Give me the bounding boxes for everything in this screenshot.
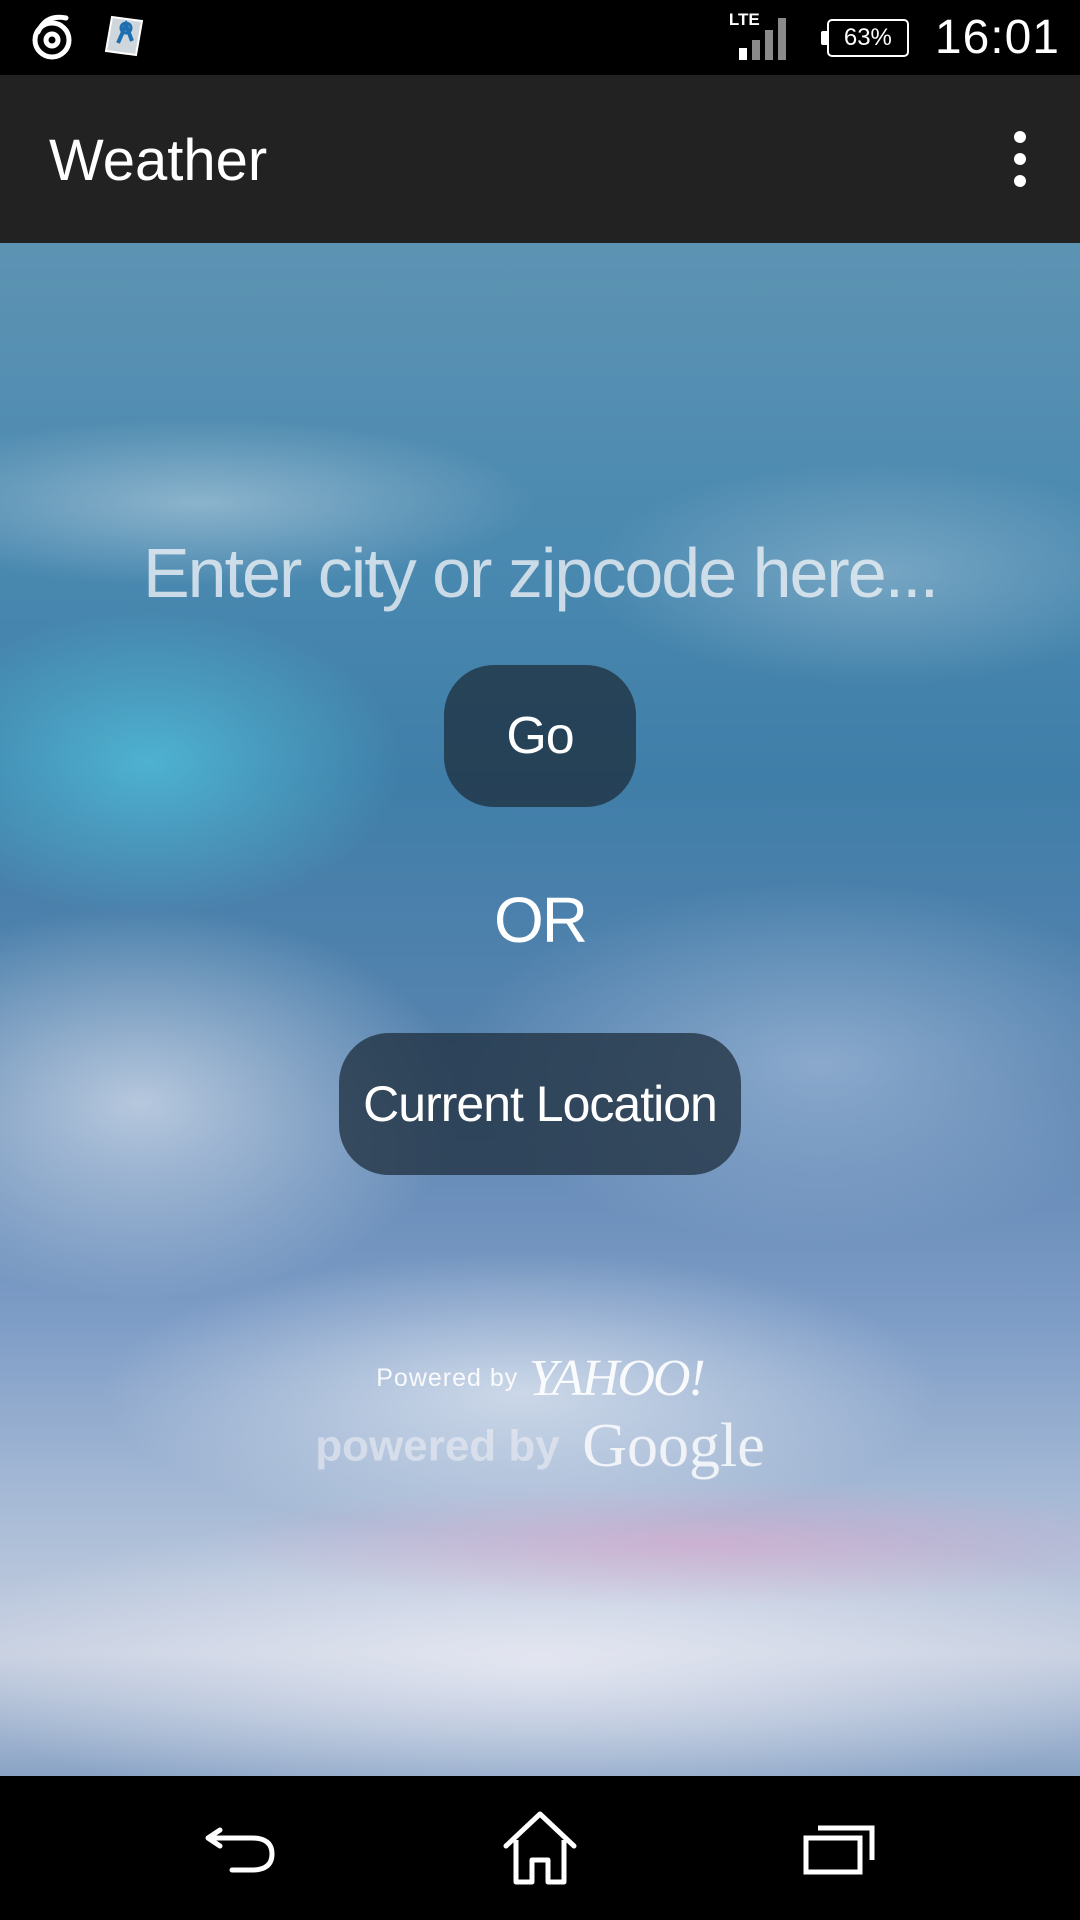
- or-divider-label: OR: [494, 884, 588, 956]
- menu-dot: [1014, 175, 1026, 187]
- app-title: Weather: [49, 128, 268, 193]
- yahoo-attribution: Powered by YAHOO!: [0, 1349, 1080, 1408]
- navigation-bar: [0, 1776, 1080, 1920]
- screen: LTE 63% 16:01 Weather Enter city or zipc…: [0, 0, 1080, 1920]
- go-button[interactable]: Go: [444, 665, 636, 807]
- city-zipcode-input[interactable]: [100, 523, 980, 623]
- signal-icon: [737, 18, 793, 65]
- menu-dot: [1014, 131, 1026, 143]
- current-location-button[interactable]: Current Location: [339, 1033, 741, 1175]
- yahoo-powered-by-text: Powered by: [376, 1364, 519, 1392]
- status-notifications: [28, 12, 148, 65]
- battery-icon: 63%: [820, 18, 909, 57]
- google-logo: Google: [582, 1412, 765, 1480]
- clock: 16:01: [934, 11, 1060, 64]
- battery-percent: 63%: [843, 23, 892, 51]
- sim-toolkit-icon: [102, 13, 148, 64]
- overflow-menu-icon[interactable]: [990, 127, 1050, 191]
- action-bar: Weather: [0, 75, 1080, 243]
- status-system: LTE 63% 16:01: [729, 0, 1060, 75]
- menu-dot: [1014, 153, 1026, 165]
- recent-apps-icon[interactable]: [790, 1806, 890, 1890]
- sky-background: Go OR Current Location Powered by YAHOO!…: [0, 243, 1080, 1776]
- back-icon[interactable]: [192, 1806, 292, 1890]
- signal-group: LTE: [729, 0, 793, 75]
- google-attribution: powered by Google: [0, 1411, 1080, 1482]
- google-powered-by-text: powered by: [315, 1421, 560, 1471]
- yahoo-logo: YAHOO!: [528, 1350, 706, 1407]
- home-icon[interactable]: [490, 1806, 590, 1890]
- status-bar: LTE 63% 16:01: [0, 0, 1080, 75]
- notification-swirl-icon: [28, 12, 76, 65]
